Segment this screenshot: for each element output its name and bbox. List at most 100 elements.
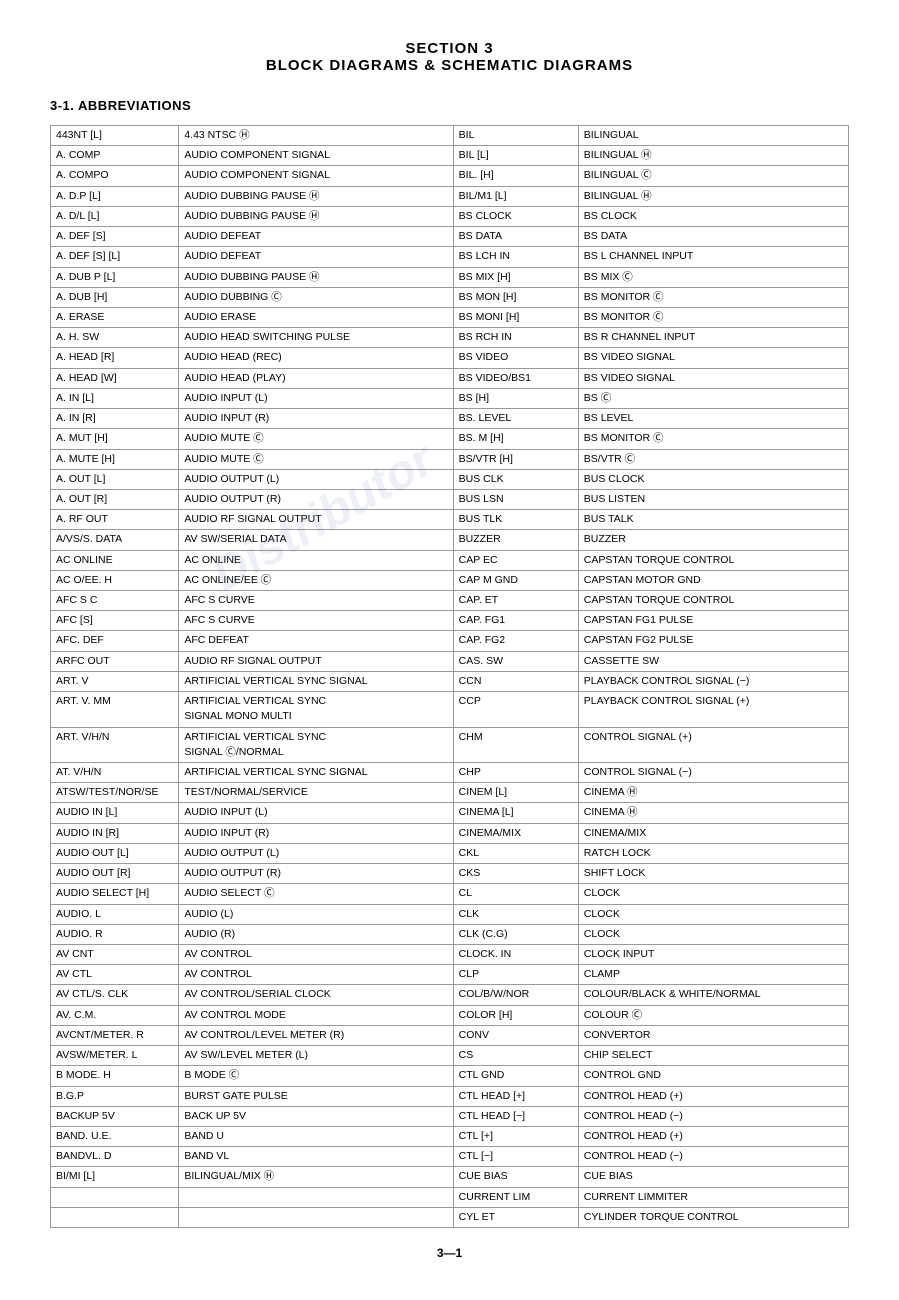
def-left: AUDIO INPUT (L): [179, 388, 453, 408]
abbrev-left: AC O/EE. H: [51, 570, 179, 590]
def-right: BILINGUAL Ⓗ: [578, 186, 848, 206]
def-right: BS LEVEL: [578, 409, 848, 429]
def-left: AUDIO RF SIGNAL OUTPUT: [179, 510, 453, 530]
def-left: AUDIO (L): [179, 904, 453, 924]
table-row: A. IN [R]AUDIO INPUT (R)BS. LEVELBS LEVE…: [51, 409, 849, 429]
def-left: B MODE Ⓒ: [179, 1066, 453, 1086]
table-row: ATSW/TEST/NOR/SETEST/NORMAL/SERVICECINEM…: [51, 783, 849, 803]
def-right: CYLINDER TORQUE CONTROL: [578, 1207, 848, 1227]
table-row: CYL ETCYLINDER TORQUE CONTROL: [51, 1207, 849, 1227]
section-title-line2: BLOCK DIAGRAMS & SCHEMATIC DIAGRAMS: [50, 57, 849, 74]
section-title-line1: SECTION 3: [50, 40, 849, 57]
abbrev-left: AV CNT: [51, 944, 179, 964]
def-left: BILINGUAL/MIX Ⓗ: [179, 1167, 453, 1187]
abbrev-left: ART. V. MM: [51, 692, 179, 727]
abbrev-right: BS MONI [H]: [453, 307, 578, 327]
abbrev-left: A. COMPO: [51, 166, 179, 186]
table-row: AUDIO. LAUDIO (L)CLKCLOCK: [51, 904, 849, 924]
abbrev-right: CKS: [453, 864, 578, 884]
table-row: ART. V. MMARTIFICIAL VERTICAL SYNC SIGNA…: [51, 692, 849, 727]
abbrev-right: CTL GND: [453, 1066, 578, 1086]
def-left: ARTIFICIAL VERTICAL SYNC SIGNAL: [179, 671, 453, 691]
page-footer: 3—1: [50, 1246, 849, 1260]
def-right: CONTROL SIGNAL (−): [578, 763, 848, 783]
def-right: BUS CLOCK: [578, 469, 848, 489]
abbrev-right: CTL [−]: [453, 1147, 578, 1167]
table-row: AFC S CAFC S CURVECAP. ETCAPSTAN TORQUE …: [51, 591, 849, 611]
abbrev-right: CTL HEAD [+]: [453, 1086, 578, 1106]
abbrev-right: CLP: [453, 965, 578, 985]
def-right: CONTROL HEAD (−): [578, 1106, 848, 1126]
table-row: AV CNTAV CONTROLCLOCK. INCLOCK INPUT: [51, 944, 849, 964]
table-row: B.G.PBURST GATE PULSECTL HEAD [+]CONTROL…: [51, 1086, 849, 1106]
abbrev-left: A. DEF [S]: [51, 227, 179, 247]
abbrev-left: AUDIO SELECT [H]: [51, 884, 179, 904]
def-left: AV CONTROL: [179, 944, 453, 964]
def-right: CINEMA Ⓗ: [578, 783, 848, 803]
abbrev-left: A. IN [R]: [51, 409, 179, 429]
def-right: BS VIDEO SIGNAL: [578, 348, 848, 368]
def-right: BILINGUAL Ⓗ: [578, 146, 848, 166]
abbreviations-table: 443NT [L]4.43 NTSC ⒽBILBILINGUALA. COMPA…: [50, 125, 849, 1228]
def-left: AUDIO SELECT Ⓒ: [179, 884, 453, 904]
abbrev-left: ART. V/H/N: [51, 727, 179, 762]
table-row: A. D/L [L]AUDIO DUBBING PAUSE ⒽBS CLOCKB…: [51, 206, 849, 226]
abbrev-left: A. IN [L]: [51, 388, 179, 408]
def-right: CINEMA/MIX: [578, 823, 848, 843]
def-right: BS VIDEO SIGNAL: [578, 368, 848, 388]
def-left: AV SW/SERIAL DATA: [179, 530, 453, 550]
abbrev-left: AUDIO. L: [51, 904, 179, 924]
abbrev-right: BS MIX [H]: [453, 267, 578, 287]
abbrev-right: CINEMA/MIX: [453, 823, 578, 843]
table-row: A. H. SWAUDIO HEAD SWITCHING PULSEBS RCH…: [51, 328, 849, 348]
def-right: CAPSTAN MOTOR GND: [578, 570, 848, 590]
abbrev-left: A. OUT [L]: [51, 469, 179, 489]
abbrev-right: CCP: [453, 692, 578, 727]
abbrev-right: BIL [L]: [453, 146, 578, 166]
abbrev-left: BAND. U.E.: [51, 1126, 179, 1146]
table-row: A. ERASEAUDIO ERASEBS MONI [H]BS MONITOR…: [51, 307, 849, 327]
def-right: CHIP SELECT: [578, 1046, 848, 1066]
abbrev-left: ART. V: [51, 671, 179, 691]
def-left: AUDIO OUTPUT (R): [179, 489, 453, 509]
abbrev-left: BANDVL. D: [51, 1147, 179, 1167]
def-right: CONTROL SIGNAL (+): [578, 727, 848, 762]
def-right: CAPSTAN FG1 PULSE: [578, 611, 848, 631]
def-right: BS/VTR Ⓒ: [578, 449, 848, 469]
table-row: A. IN [L]AUDIO INPUT (L)BS [H]BS Ⓒ: [51, 388, 849, 408]
abbrev-left: AFC [S]: [51, 611, 179, 631]
def-right: CURRENT LIMMITER: [578, 1187, 848, 1207]
abbrev-left: AC ONLINE: [51, 550, 179, 570]
abbrev-right: BS/VTR [H]: [453, 449, 578, 469]
abbrev-left: A. MUTE [H]: [51, 449, 179, 469]
abbrev-right: BS VIDEO/BS1: [453, 368, 578, 388]
table-row: AUDIO. RAUDIO (R)CLK (C.G)CLOCK: [51, 924, 849, 944]
abbrev-left: AV CTL: [51, 965, 179, 985]
def-right: BS MIX Ⓒ: [578, 267, 848, 287]
abbrev-right: COL/B/W/NOR: [453, 985, 578, 1005]
abbrev-left: [51, 1187, 179, 1207]
table-row: AUDIO IN [R]AUDIO INPUT (R)CINEMA/MIXCIN…: [51, 823, 849, 843]
def-right: CINEMA Ⓗ: [578, 803, 848, 823]
def-left: AUDIO COMPONENT SIGNAL: [179, 166, 453, 186]
def-right: BS R CHANNEL INPUT: [578, 328, 848, 348]
abbrev-right: BIL. [H]: [453, 166, 578, 186]
abbrev-left: A. D/L [L]: [51, 206, 179, 226]
def-right: CAPSTAN FG2 PULSE: [578, 631, 848, 651]
def-left: AUDIO MUTE Ⓒ: [179, 449, 453, 469]
abbrev-right: CAP. ET: [453, 591, 578, 611]
abbrev-left: B.G.P: [51, 1086, 179, 1106]
def-left: [179, 1207, 453, 1227]
def-left: AUDIO OUTPUT (L): [179, 843, 453, 863]
def-left: ARTIFICIAL VERTICAL SYNC SIGNAL Ⓒ/NORMAL: [179, 727, 453, 762]
abbrev-left: B MODE. H: [51, 1066, 179, 1086]
abbrev-left: A/VS/S. DATA: [51, 530, 179, 550]
def-right: BS DATA: [578, 227, 848, 247]
page-header: SECTION 3 BLOCK DIAGRAMS & SCHEMATIC DIA…: [50, 40, 849, 74]
table-row: A. DEF [S]AUDIO DEFEATBS DATABS DATA: [51, 227, 849, 247]
abbrev-right: CURRENT LIM: [453, 1187, 578, 1207]
def-left: AUDIO MUTE Ⓒ: [179, 429, 453, 449]
table-row: AC O/EE. HAC ONLINE/EE ⒸCAP M GNDCAPSTAN…: [51, 570, 849, 590]
def-right: BS Ⓒ: [578, 388, 848, 408]
table-row: 443NT [L]4.43 NTSC ⒽBILBILINGUAL: [51, 126, 849, 146]
